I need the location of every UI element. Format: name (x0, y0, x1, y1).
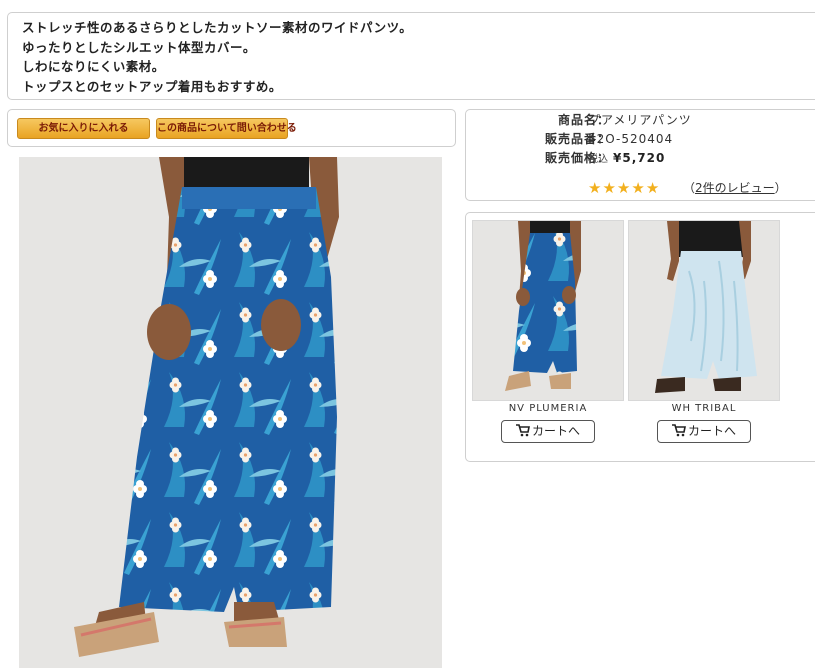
color-variants-panel: NV PLUMERIA カートへ WH TRIBAL カートへ (465, 212, 815, 462)
cart-icon (671, 424, 686, 437)
description-line: トップスとのセットアップ着用もおすすめ。 (22, 78, 282, 94)
star-icon: ★ (645, 179, 660, 197)
action-button-panel: お気に入りに入れる この商品について問い合わせる (7, 109, 456, 147)
star-icon: ★ (602, 179, 616, 197)
variant-item: NV PLUMERIA (472, 220, 624, 416)
cart-icon (515, 424, 530, 437)
product-price: ¥5,720 (613, 151, 666, 165)
description-line: しわになりにくい素材。 (22, 59, 165, 74)
rating-stars: ★★★★★ (588, 178, 660, 197)
cart-button-label: カートへ (531, 424, 580, 438)
cart-button-label: カートへ (687, 424, 736, 438)
product-code: 42O-520404 (588, 132, 674, 146)
product-name: プアメリアパンツ (588, 113, 692, 127)
main-product-image[interactable] (19, 157, 442, 668)
star-icon: ★ (631, 179, 645, 197)
product-price-value: 税込 ¥5,720 (588, 149, 665, 169)
variant-image-nv-plumeria[interactable] (472, 220, 624, 401)
review-paren-close: ） (774, 181, 787, 195)
product-info-panel: 商品名： プアメリアパンツ 販売品番： 42O-520404 販売価格： 税込 ¥… (465, 109, 815, 201)
add-to-cart-button-nv-plumeria[interactable]: カートへ (501, 420, 595, 443)
variant-item: WH TRIBAL (628, 220, 780, 416)
variant-name: NV PLUMERIA (508, 403, 588, 414)
description-line: ゆったりとしたシルエット体型カバー。 (22, 39, 256, 55)
product-description: ストレッチ性のあるさらりとしたカットソー素材のワイドパンツ。 ゆったりとしたシル… (7, 12, 815, 100)
star-icon: ★ (588, 179, 602, 197)
review-paren-open: （ (683, 181, 696, 195)
review-count: （2件のレビュー） (683, 179, 787, 196)
description-line: ストレッチ性のあるさらりとしたカットソー素材のワイドパンツ。 (22, 20, 413, 35)
tax-included-label: 税込 (588, 154, 608, 165)
variant-name: WH TRIBAL (671, 403, 737, 414)
add-to-favorites-button[interactable]: お気に入りに入れる (17, 118, 150, 139)
star-icon: ★ (616, 179, 631, 197)
review-link[interactable]: 2件のレビュー (695, 181, 775, 195)
add-to-cart-button-wh-tribal[interactable]: カートへ (657, 420, 751, 443)
product-inquiry-button[interactable]: この商品について問い合わせる (156, 118, 297, 139)
variant-image-wh-tribal[interactable] (628, 220, 780, 401)
